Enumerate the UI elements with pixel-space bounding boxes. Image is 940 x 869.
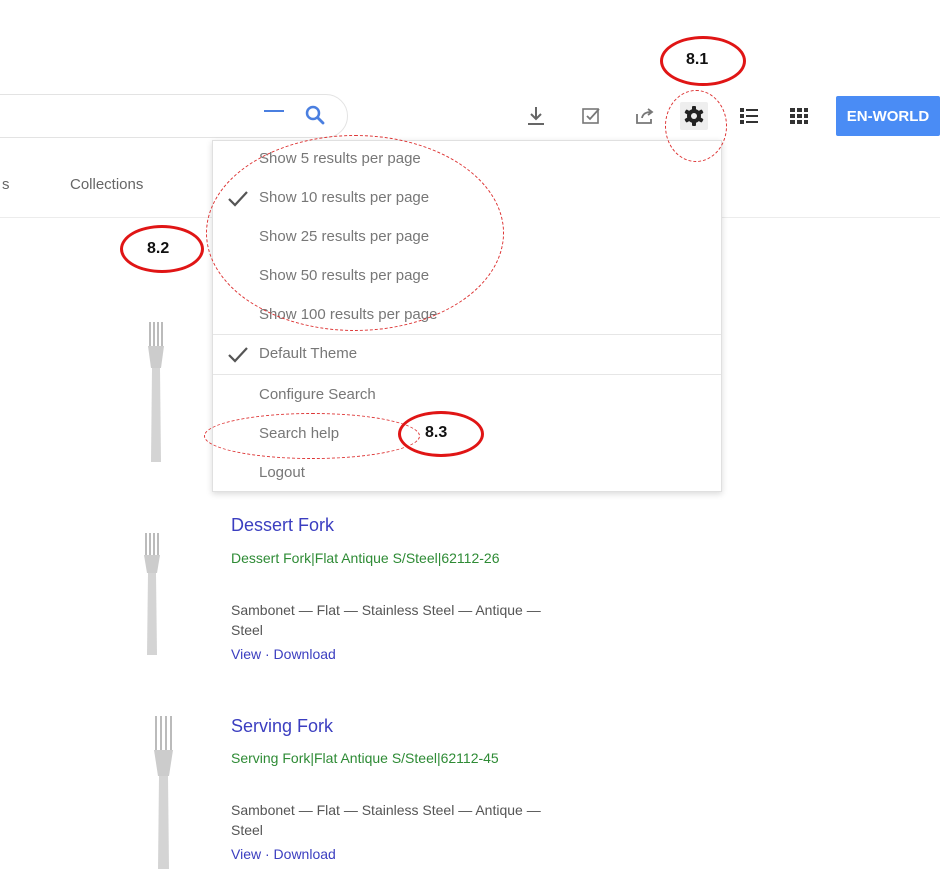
annotation-ellipse-search-help xyxy=(204,413,420,459)
view-link[interactable]: View xyxy=(231,846,261,862)
fork-image xyxy=(144,533,160,655)
download-link[interactable]: Download xyxy=(274,846,336,862)
grid-view-icon[interactable] xyxy=(785,102,813,130)
result-links: View · Download xyxy=(231,846,336,862)
result-title[interactable]: Serving Fork xyxy=(231,716,333,737)
search-icon[interactable] xyxy=(303,103,327,127)
tab-collections[interactable]: Collections xyxy=(70,176,143,193)
menu-item-configure-search[interactable]: Configure Search xyxy=(259,386,376,403)
checkbox-icon[interactable] xyxy=(577,102,605,130)
check-icon xyxy=(228,347,248,363)
download-link[interactable]: Download xyxy=(274,646,336,662)
result-subtitle: Serving Fork|Flat Antique S/Steel|62112-… xyxy=(231,750,499,766)
result-meta: Sambonet — Flat — Stainless Steel — Anti… xyxy=(231,602,541,638)
search-input[interactable] xyxy=(0,94,348,138)
result-title[interactable]: Dessert Fork xyxy=(231,515,334,536)
link-separator: · xyxy=(264,646,270,662)
annotation-label-8-3: 8.3 xyxy=(425,424,448,441)
locale-button[interactable]: EN-WORLD xyxy=(836,96,940,136)
download-icon[interactable] xyxy=(522,102,550,130)
menu-divider xyxy=(213,374,721,375)
result-meta: Sambonet — Flat — Stainless Steel — Anti… xyxy=(231,802,541,838)
view-link[interactable]: View xyxy=(231,646,261,662)
fork-image xyxy=(154,716,173,869)
tab-previous-partial[interactable]: s xyxy=(2,176,10,193)
annotation-ellipse-gear xyxy=(665,90,727,162)
annotation-label-8-1: 8.1 xyxy=(686,51,709,68)
search-clear-dash[interactable] xyxy=(264,110,284,112)
annotation-label-8-2: 8.2 xyxy=(147,240,170,257)
list-view-icon[interactable] xyxy=(735,102,763,130)
annotation-ellipse-results-per-page xyxy=(206,135,504,331)
share-icon[interactable] xyxy=(631,102,659,130)
menu-item-default-theme[interactable]: Default Theme xyxy=(259,345,357,362)
result-links: View · Download xyxy=(231,646,336,662)
link-separator: · xyxy=(264,846,270,862)
result-subtitle: Dessert Fork|Flat Antique S/Steel|62112-… xyxy=(231,550,500,566)
fork-image xyxy=(148,322,164,462)
menu-item-logout[interactable]: Logout xyxy=(259,464,305,481)
menu-divider xyxy=(213,334,721,335)
